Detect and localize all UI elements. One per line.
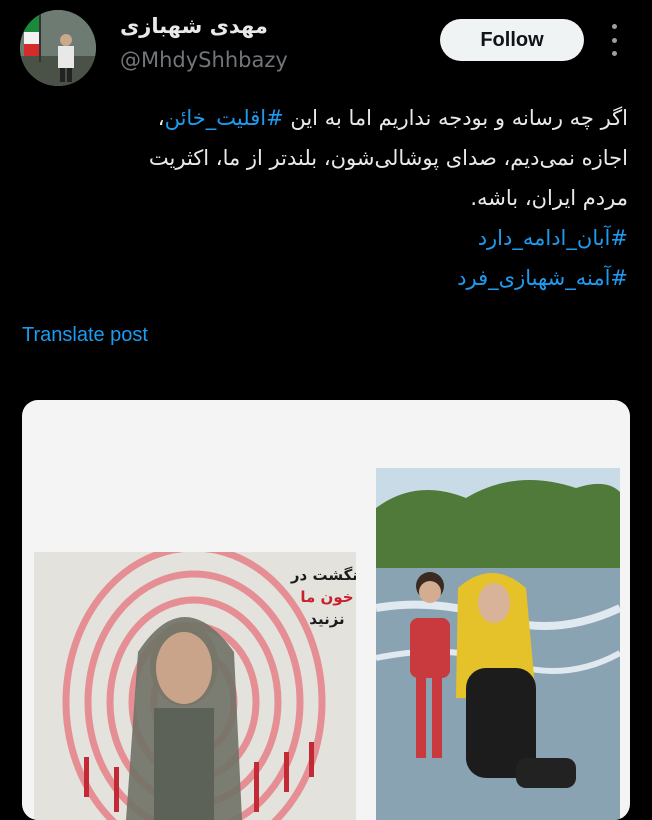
hashtag-link[interactable]: #اقلیت_خائن (165, 106, 284, 130)
post-text: اگر چه رسانه و بودجه نداریم اما به این #… (28, 98, 628, 298)
poster-caption: انگشت در خون ما نزنید (290, 566, 356, 628)
avatar-image (20, 10, 96, 86)
post-media[interactable]: انگشت در خون ما نزنید (22, 400, 630, 820)
display-name[interactable]: مهدی شهبازی (120, 14, 268, 38)
post-line-3: مردم ایران، باشه. (470, 186, 628, 210)
woman-and-child-photo (376, 468, 620, 820)
post-line-2: اجازه نمی‌دیم، صدای پوشالی‌شون، بلندتر ا… (148, 146, 628, 170)
post-line-1: اگر چه رسانه و بودجه نداریم اما به این #… (157, 106, 628, 130)
user-handle[interactable]: @MhdyShhbazy (120, 48, 288, 72)
river-photo (376, 468, 620, 820)
poster-image: انگشت در خون ما نزنید (34, 552, 356, 820)
hashtag-link[interactable]: #آبان_ادامه_دارد (478, 226, 628, 250)
avatar[interactable] (20, 10, 96, 86)
translate-post-link[interactable]: Translate post (22, 324, 148, 347)
more-options-icon[interactable] (604, 24, 624, 56)
follow-button[interactable]: Follow (440, 19, 584, 61)
hashtag-link[interactable]: #آمنه_شهبازی_فرد (457, 266, 628, 290)
